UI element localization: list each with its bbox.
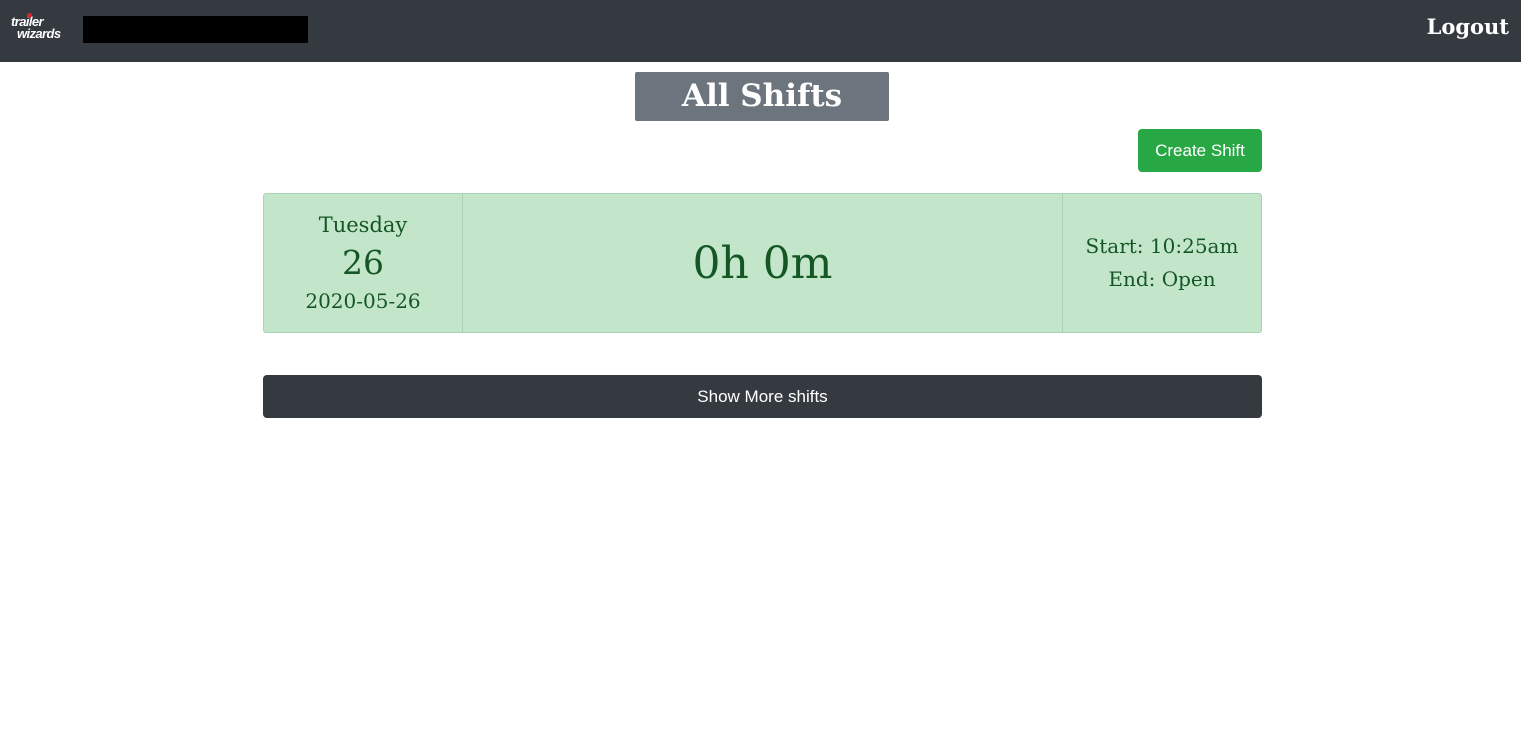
logo-text-line2: wizards — [17, 26, 61, 41]
logo-spark-icon — [27, 13, 32, 18]
show-more-shifts-button[interactable]: Show More shifts — [263, 375, 1262, 418]
shift-date-column: Tuesday 26 2020-05-26 — [264, 194, 463, 332]
logout-link[interactable]: Logout — [1427, 14, 1509, 39]
create-shift-button[interactable]: Create Shift — [1138, 129, 1262, 172]
shift-duration-value: 0h 0m — [692, 237, 833, 289]
shift-day-number: 26 — [342, 243, 384, 282]
redacted-user-name — [83, 16, 308, 43]
page-title: All Shifts — [635, 72, 889, 121]
shift-start-time: Start: 10:25am — [1085, 234, 1239, 258]
trailer-wizards-logo[interactable]: trailer wizards — [10, 13, 72, 48]
shift-duration: 0h 0m — [463, 194, 1063, 332]
top-navbar: trailer wizards Logout — [0, 0, 1521, 62]
shift-end-time: End: Open — [1108, 267, 1216, 291]
shift-card[interactable]: Tuesday 26 2020-05-26 0h 0m Start: 10:25… — [263, 193, 1262, 333]
shift-weekday: Tuesday — [318, 213, 408, 237]
shift-times-column: Start: 10:25am End: Open — [1063, 194, 1261, 332]
shift-full-date: 2020-05-26 — [305, 289, 421, 313]
